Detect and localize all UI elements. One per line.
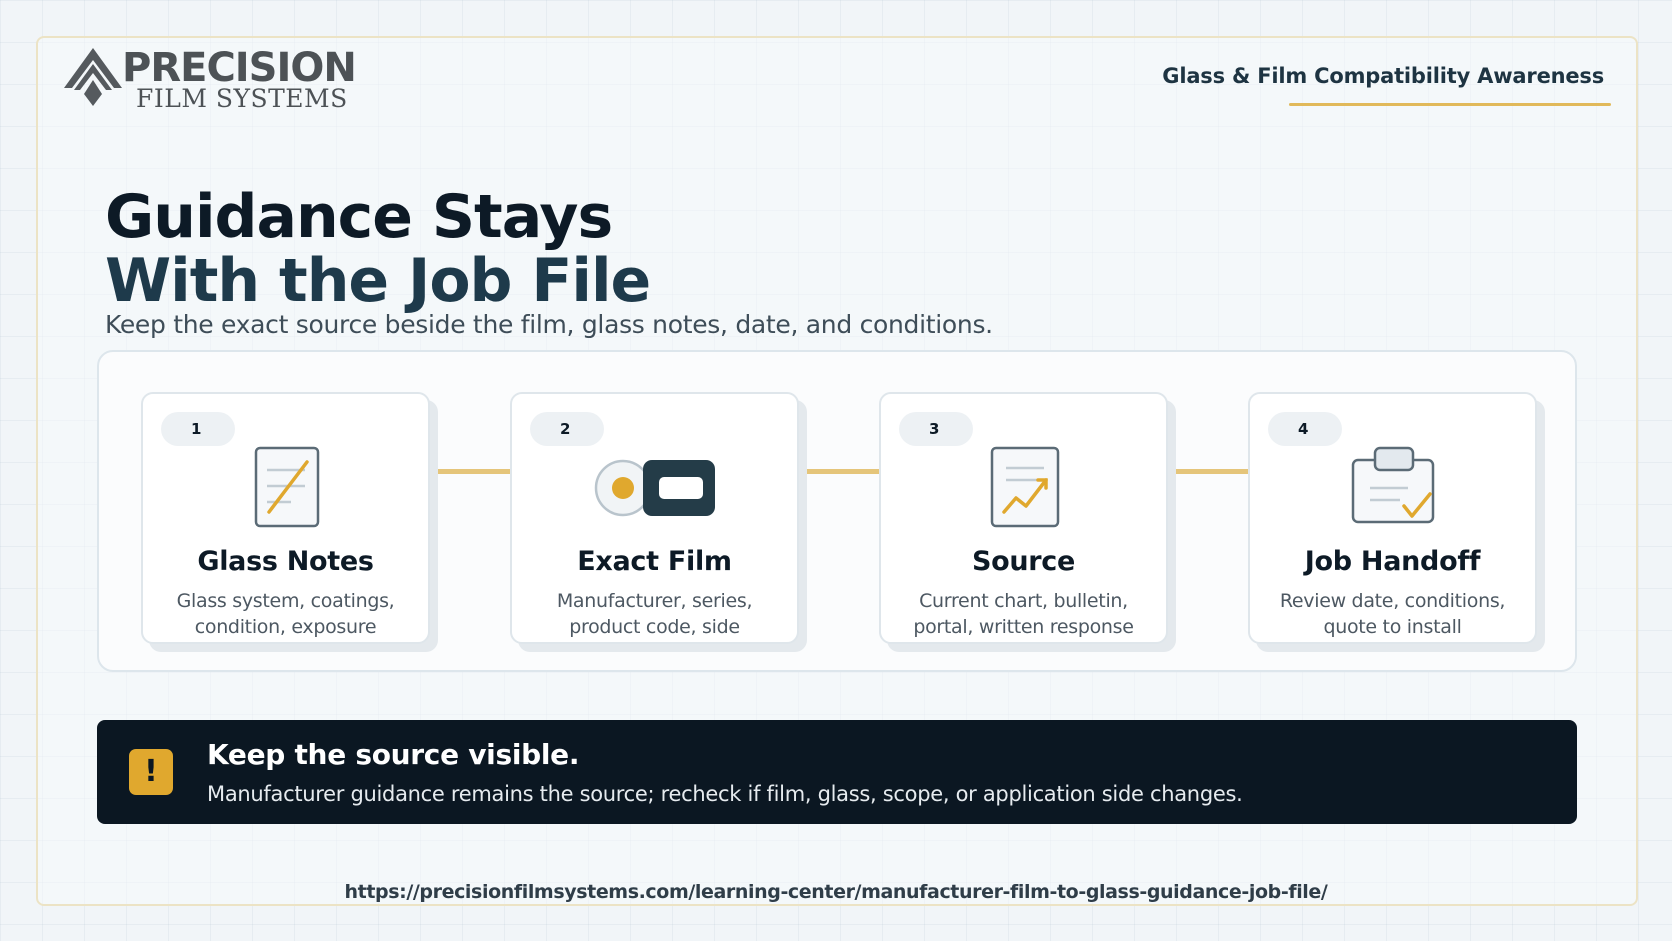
step-card-glass-notes: 1 Glass Notes Glass system, coatings, co… xyxy=(141,392,430,644)
step-number-badge: 4 xyxy=(1268,412,1342,446)
source-url-link[interactable]: https://precisionfilmsystems.com/learnin… xyxy=(0,881,1672,903)
document-edit-icon xyxy=(254,446,319,528)
callout-text: Manufacturer guidance remains the source… xyxy=(207,782,1243,806)
clipboard-check-icon xyxy=(1351,446,1434,524)
exclamation-icon: ! xyxy=(129,749,173,795)
step-number-badge: 3 xyxy=(899,412,973,446)
page-subtitle: Keep the exact source beside the film, g… xyxy=(105,310,993,339)
logo-mark-icon xyxy=(64,48,122,106)
brand-logo[interactable]: PRECISION FILM SYSTEMS xyxy=(62,46,362,118)
step-title: Source xyxy=(971,546,1076,577)
page-title-line-1: Guidance Stays xyxy=(105,182,613,252)
chart-document-icon xyxy=(990,446,1059,528)
step-description: Manufacturer, series, product code, side xyxy=(556,590,753,638)
header-tagline: Glass & Film Compatibility Awareness xyxy=(1162,64,1604,88)
step-description: Glass system, coatings, condition, expos… xyxy=(176,590,395,638)
callout-title: Keep the source visible. xyxy=(207,738,580,771)
step-number-badge: 2 xyxy=(530,412,604,446)
step-description: Current chart, bulletin, portal, written… xyxy=(913,590,1134,638)
step-card-source: 3 Source Current chart, bulletin, portal… xyxy=(879,392,1168,644)
film-roll-icon xyxy=(594,459,715,517)
step-connector xyxy=(799,469,879,474)
step-connector xyxy=(1168,469,1248,474)
step-number-badge: 1 xyxy=(161,412,235,446)
step-title: Glass Notes xyxy=(197,546,374,577)
logo-subtitle: FILM SYSTEMS xyxy=(136,84,348,113)
step-card-job-handoff: 4 Job Handoff Review date, conditions, q… xyxy=(1248,392,1537,644)
step-title: Exact Film xyxy=(577,546,732,577)
step-title: Job Handoff xyxy=(1304,546,1481,577)
header-underline xyxy=(1289,103,1611,106)
step-connector xyxy=(430,469,510,474)
callout-banner: ! Keep the source visible. Manufacturer … xyxy=(97,720,1577,824)
page-title-line-2: With the Job File xyxy=(105,246,651,316)
step-card-exact-film: 2 Exact Film Manufacturer, series, produ… xyxy=(510,392,799,644)
step-description: Review date, conditions, quote to instal… xyxy=(1279,590,1506,638)
